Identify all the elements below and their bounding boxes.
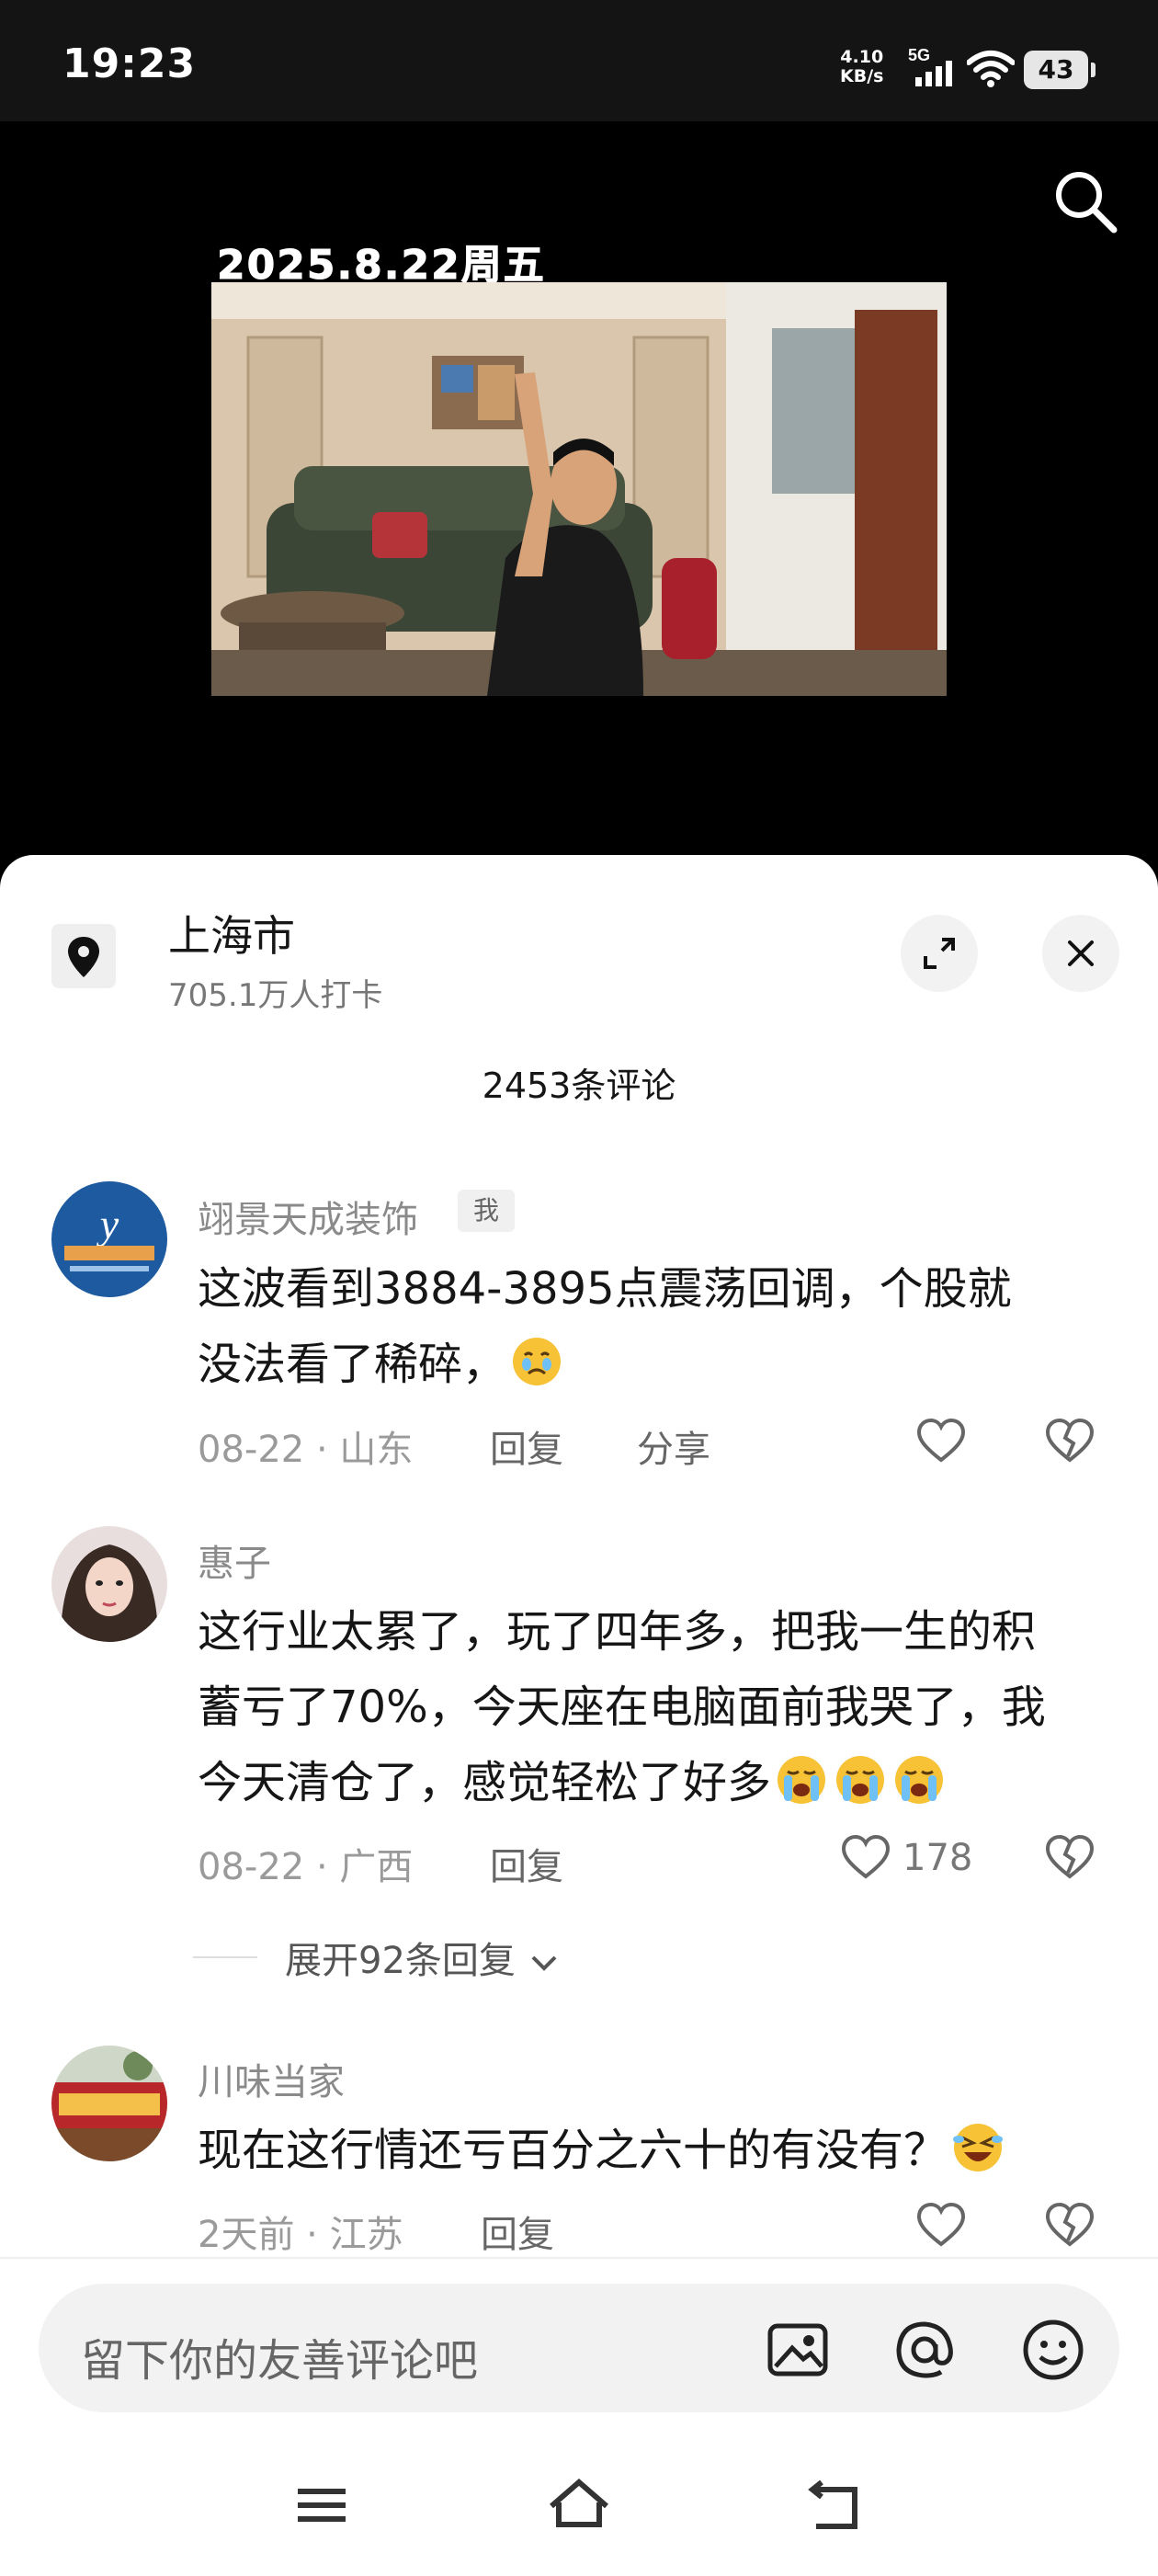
share-button[interactable]: 分享	[637, 1419, 710, 1473]
svg-text:y: y	[96, 1201, 119, 1248]
separator-dot: ·	[315, 1846, 328, 1888]
avatar[interactable]	[51, 2046, 167, 2161]
loudly-crying-emoji-icon	[778, 1756, 826, 1804]
close-button[interactable]	[1042, 915, 1119, 992]
comment-meta: 2天前 · 江苏	[198, 2205, 403, 2258]
heart-icon[interactable]	[915, 1416, 967, 1471]
separator-dot: ·	[315, 1429, 328, 1471]
heart-icon[interactable]	[840, 1832, 891, 1887]
heart-icon[interactable]	[915, 2200, 967, 2255]
comment-text: 这行业太累了，玩了四年多，把我一生的积 蓄亏了70%，今天座在电脑面前我哭了，我…	[198, 1594, 1117, 1820]
network-speed: 4.10 KB/s	[840, 48, 883, 86]
comment-count: 2453条评论	[482, 1066, 676, 1106]
rolling-laughing-emoji-icon	[953, 2124, 1004, 2171]
loudly-crying-emoji-icon	[895, 1756, 944, 1804]
comment-text-line: 今天清仓了，感觉轻松了好多	[198, 1745, 1117, 1820]
location-checkins: 705.1万人打卡	[168, 977, 383, 1014]
comment-region: 江苏	[329, 2214, 403, 2256]
like-count: 178	[903, 1837, 973, 1879]
comment-text: 现在这行情还亏百分之六十的有没有？	[198, 2113, 1117, 2188]
wifi-icon	[966, 50, 1016, 92]
video-frame	[211, 282, 947, 696]
comment-username[interactable]: 惠子	[198, 1533, 271, 1587]
loudly-crying-emoji-icon	[836, 1756, 885, 1804]
comment-meta: 08-22 · 广西	[198, 1837, 413, 1890]
comment-text-line: 这波看到3884-3895点震荡回调，个股就	[198, 1263, 1012, 1315]
comment-text-line: 这行业太累了，玩了四年多，把我一生的积	[198, 1606, 1037, 1658]
comment-username[interactable]: 翊景天成装饰	[198, 1190, 418, 1243]
avatar[interactable]	[51, 1526, 167, 1642]
home-icon[interactable]	[542, 2473, 616, 2537]
comment-text: 这波看到3884-3895点震荡回调，个股就 没法看了稀碎，	[198, 1251, 1117, 1402]
status-bar: 19:23 4.10 KB/s 5G 43	[0, 0, 1158, 121]
video-thumbnail	[211, 282, 947, 696]
comment-text-span: 现在这行情还亏百分之六十的有没有？	[198, 2125, 948, 2176]
network-speed-unit: KB/s	[840, 66, 884, 86]
avatar[interactable]: y	[51, 1181, 167, 1297]
comment-text-line: 没法看了稀碎，	[198, 1327, 1117, 1402]
emoji-icon[interactable]	[1020, 2317, 1086, 2383]
comment-date: 08-22	[198, 1846, 305, 1888]
status-time: 19:23	[62, 40, 197, 87]
comment-text-line: 蓄亏了70%，今天座在电脑面前我哭了，我	[198, 1681, 1046, 1733]
comment-date: 2天前	[198, 2214, 295, 2256]
self-tag: 我	[458, 1190, 515, 1232]
crying-emoji-icon	[513, 1338, 562, 1385]
reply-button[interactable]: 回复	[490, 1837, 563, 1890]
at-icon[interactable]	[891, 2317, 958, 2383]
expand-icon	[924, 938, 955, 969]
separator-dot: ·	[306, 2214, 318, 2256]
expand-replies-button[interactable]: 展开92条回复	[285, 1931, 561, 1984]
image-icon[interactable]	[765, 2317, 831, 2383]
location-name[interactable]: 上海市	[168, 903, 295, 963]
comment-date: 08-22	[198, 1429, 305, 1471]
reply-button[interactable]: 回复	[481, 2205, 554, 2258]
expand-button[interactable]	[901, 915, 978, 992]
back-icon[interactable]	[800, 2473, 873, 2537]
comment-input-placeholder: 留下你的友善评论吧	[81, 2335, 479, 2387]
broken-heart-icon[interactable]	[1044, 2200, 1096, 2255]
comment-region: 山东	[339, 1429, 414, 1471]
signal-icon: 5G	[908, 46, 959, 92]
chevron-down-icon	[531, 1955, 557, 1971]
expand-replies-label: 展开92条回复	[285, 1940, 516, 1982]
comment-region: 广西	[339, 1846, 414, 1888]
menu-icon[interactable]	[285, 2473, 358, 2537]
svg-text:5G: 5G	[908, 46, 930, 64]
comment-meta: 08-22 · 山东	[198, 1419, 413, 1473]
battery-indicator: 43	[1024, 51, 1096, 89]
comment-text-line: 现在这行情还亏百分之六十的有没有？	[198, 2113, 1117, 2188]
broken-heart-icon[interactable]	[1044, 1416, 1096, 1471]
divider	[193, 1956, 257, 1958]
network-speed-value: 4.10	[840, 47, 884, 67]
comment-text-span: 今天清仓了，感觉轻松了好多	[198, 1757, 772, 1808]
reply-button[interactable]: 回复	[490, 1419, 563, 1473]
comment-text-span: 没法看了稀碎，	[198, 1339, 507, 1390]
location-pin-icon[interactable]	[51, 924, 116, 988]
broken-heart-icon[interactable]	[1044, 1832, 1096, 1887]
comment-username[interactable]: 川味当家	[198, 2052, 345, 2105]
search-icon[interactable]	[1048, 164, 1121, 237]
close-icon	[1068, 940, 1094, 966]
